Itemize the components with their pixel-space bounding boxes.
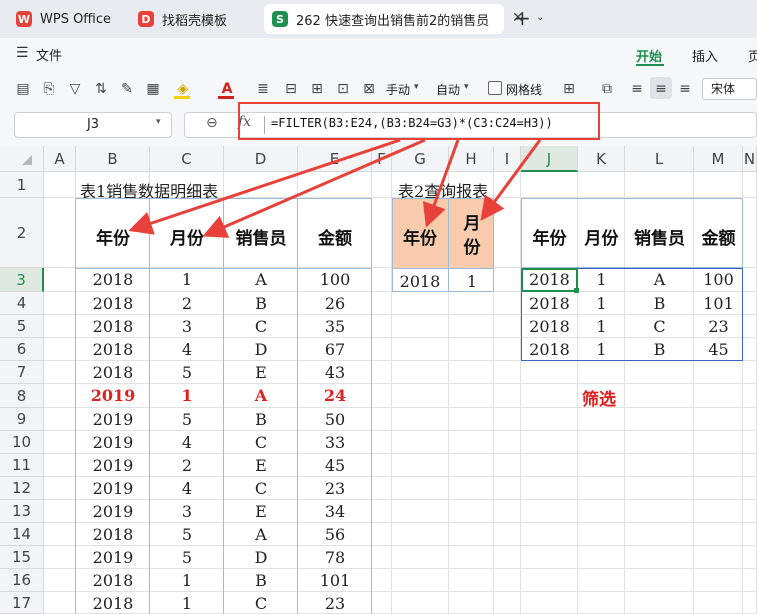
annotation-arrows xyxy=(128,138,542,238)
arrow-to-query-month xyxy=(480,139,542,221)
arrow-to-month-header xyxy=(202,138,426,238)
arrow-to-year-header xyxy=(128,138,401,235)
arrow-to-query-year xyxy=(422,139,460,228)
